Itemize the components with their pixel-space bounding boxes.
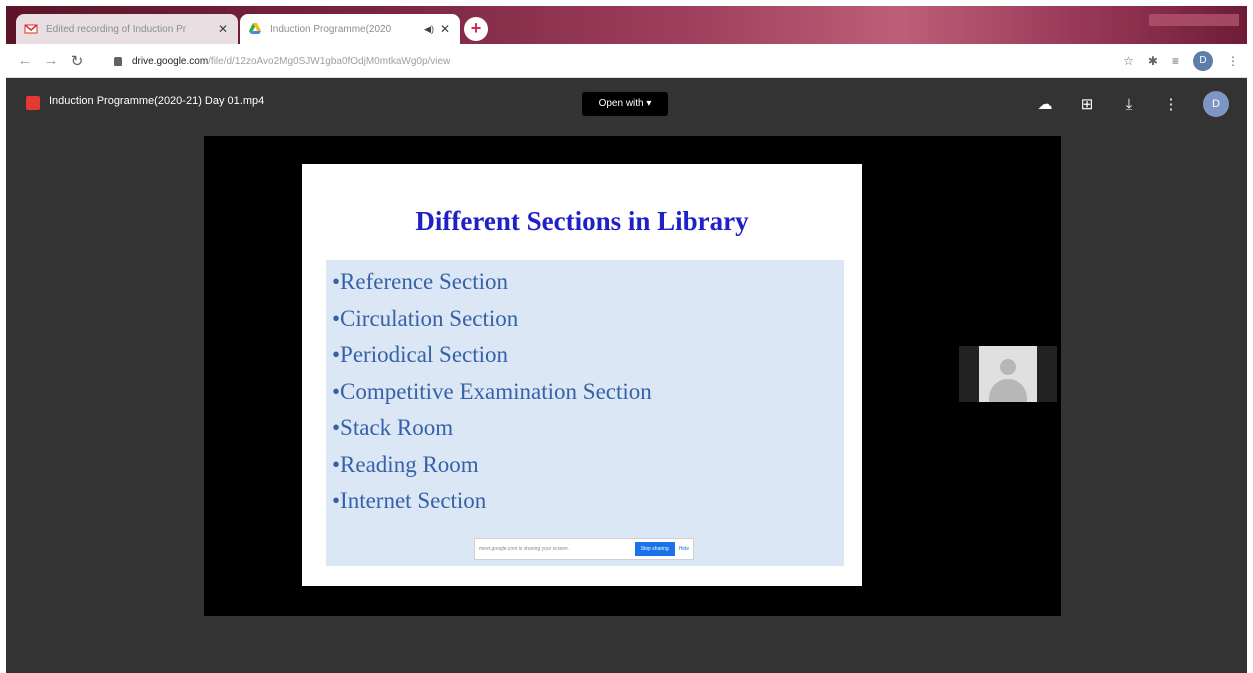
window-controls[interactable] <box>1149 14 1239 26</box>
presentation-slide: Different Sections in Library •Reference… <box>302 164 862 586</box>
hide-button: Hide <box>678 546 689 552</box>
close-tab-icon[interactable]: ✕ <box>438 22 452 36</box>
bullet-item: •Reference Section <box>332 269 508 294</box>
speaker-icon[interactable]: ◀) <box>424 24 434 35</box>
toolbar-actions: ☆ ✱ ≡ D ⋮ <box>1123 51 1239 71</box>
tab-drive[interactable]: Induction Programme(2020 ◀) ✕ <box>240 14 460 44</box>
google-drive-icon <box>249 23 261 34</box>
tab-gmail[interactable]: Edited recording of Induction Pr ✕ <box>16 14 238 44</box>
viewer-header: Induction Programme(2020-21) Day 01.mp4 … <box>6 78 1247 126</box>
bullet-item: •Stack Room <box>332 415 454 440</box>
extensions-puzzle-icon[interactable]: ✱ <box>1148 54 1158 68</box>
bookmark-star-icon[interactable]: ☆ <box>1123 54 1134 68</box>
account-avatar[interactable]: D <box>1203 91 1229 117</box>
bullet-item: •Competitive Examination Section <box>332 378 652 404</box>
gmail-icon <box>24 24 38 34</box>
participant-tile <box>959 346 1057 402</box>
profile-avatar[interactable]: D <box>1193 51 1213 71</box>
close-tab-icon[interactable]: ✕ <box>216 22 230 36</box>
drive-file-viewer: Induction Programme(2020-21) Day 01.mp4 … <box>6 78 1247 673</box>
bullet-item: •Reading Room <box>332 451 479 477</box>
comment-icon[interactable]: ⊞ <box>1077 95 1097 113</box>
add-to-drive-icon[interactable]: ☁ <box>1035 95 1055 113</box>
browser-tab-strip: Edited recording of Induction Pr ✕ Induc… <box>6 6 1247 44</box>
forward-icon[interactable]: → <box>42 52 60 69</box>
screen-share-notice: meet.google.com is sharing your screen. … <box>474 538 694 560</box>
bullet-item: •Periodical Section <box>332 342 509 367</box>
url-host: drive.google.com <box>132 55 209 67</box>
bullet-item: •Circulation Section <box>332 305 519 331</box>
open-with-button[interactable]: Open with ▾ <box>582 92 668 116</box>
back-icon[interactable]: ← <box>16 52 34 69</box>
download-icon[interactable]: ⤓ <box>1119 96 1139 113</box>
new-tab-button[interactable]: + <box>464 17 488 41</box>
browser-menu-icon[interactable]: ⋮ <box>1227 54 1239 68</box>
address-bar[interactable]: drive.google.com /file/d/12zoAvo2Mg0SJW1… <box>114 50 594 72</box>
file-title: Induction Programme(2020-21) Day 01.mp4 <box>49 95 265 107</box>
video-file-icon <box>26 96 40 110</box>
tab-title: Edited recording of Induction Pr <box>46 23 187 35</box>
share-notice-text: meet.google.com is sharing your screen. <box>479 546 570 552</box>
slide-content-panel: •Reference Section •Circulation Section … <box>326 260 844 566</box>
bullet-item: •Internet Section <box>332 488 487 513</box>
stop-sharing-button: Stop sharing <box>634 542 675 556</box>
slide-title: Different Sections in Library <box>415 206 749 236</box>
chevron-down-icon: ▾ <box>646 98 652 109</box>
url-path: /file/d/12zoAvo2Mg0SJW1gba0fOdjM0mtkaWg0… <box>208 55 451 67</box>
reload-icon[interactable]: ↻ <box>68 52 86 70</box>
tab-title: Induction Programme(2020 <box>270 23 392 35</box>
bullet-list: •Reference Section •Circulation Section … <box>332 264 652 520</box>
media-control-icon[interactable]: ≡ <box>1172 54 1179 68</box>
default-avatar-icon <box>979 346 1037 402</box>
video-player[interactable]: Different Sections in Library •Reference… <box>204 136 1061 616</box>
screen: Edited recording of Induction Pr ✕ Induc… <box>0 0 1253 673</box>
browser-toolbar: ← → ↻ drive.google.com /file/d/12zoAvo2M… <box>6 44 1247 78</box>
viewer-actions: ☁ ⊞ ⤓ ⋮ D <box>1035 91 1229 117</box>
lock-icon <box>114 56 122 66</box>
more-options-icon[interactable]: ⋮ <box>1161 95 1181 113</box>
open-with-label: Open with <box>598 98 644 109</box>
